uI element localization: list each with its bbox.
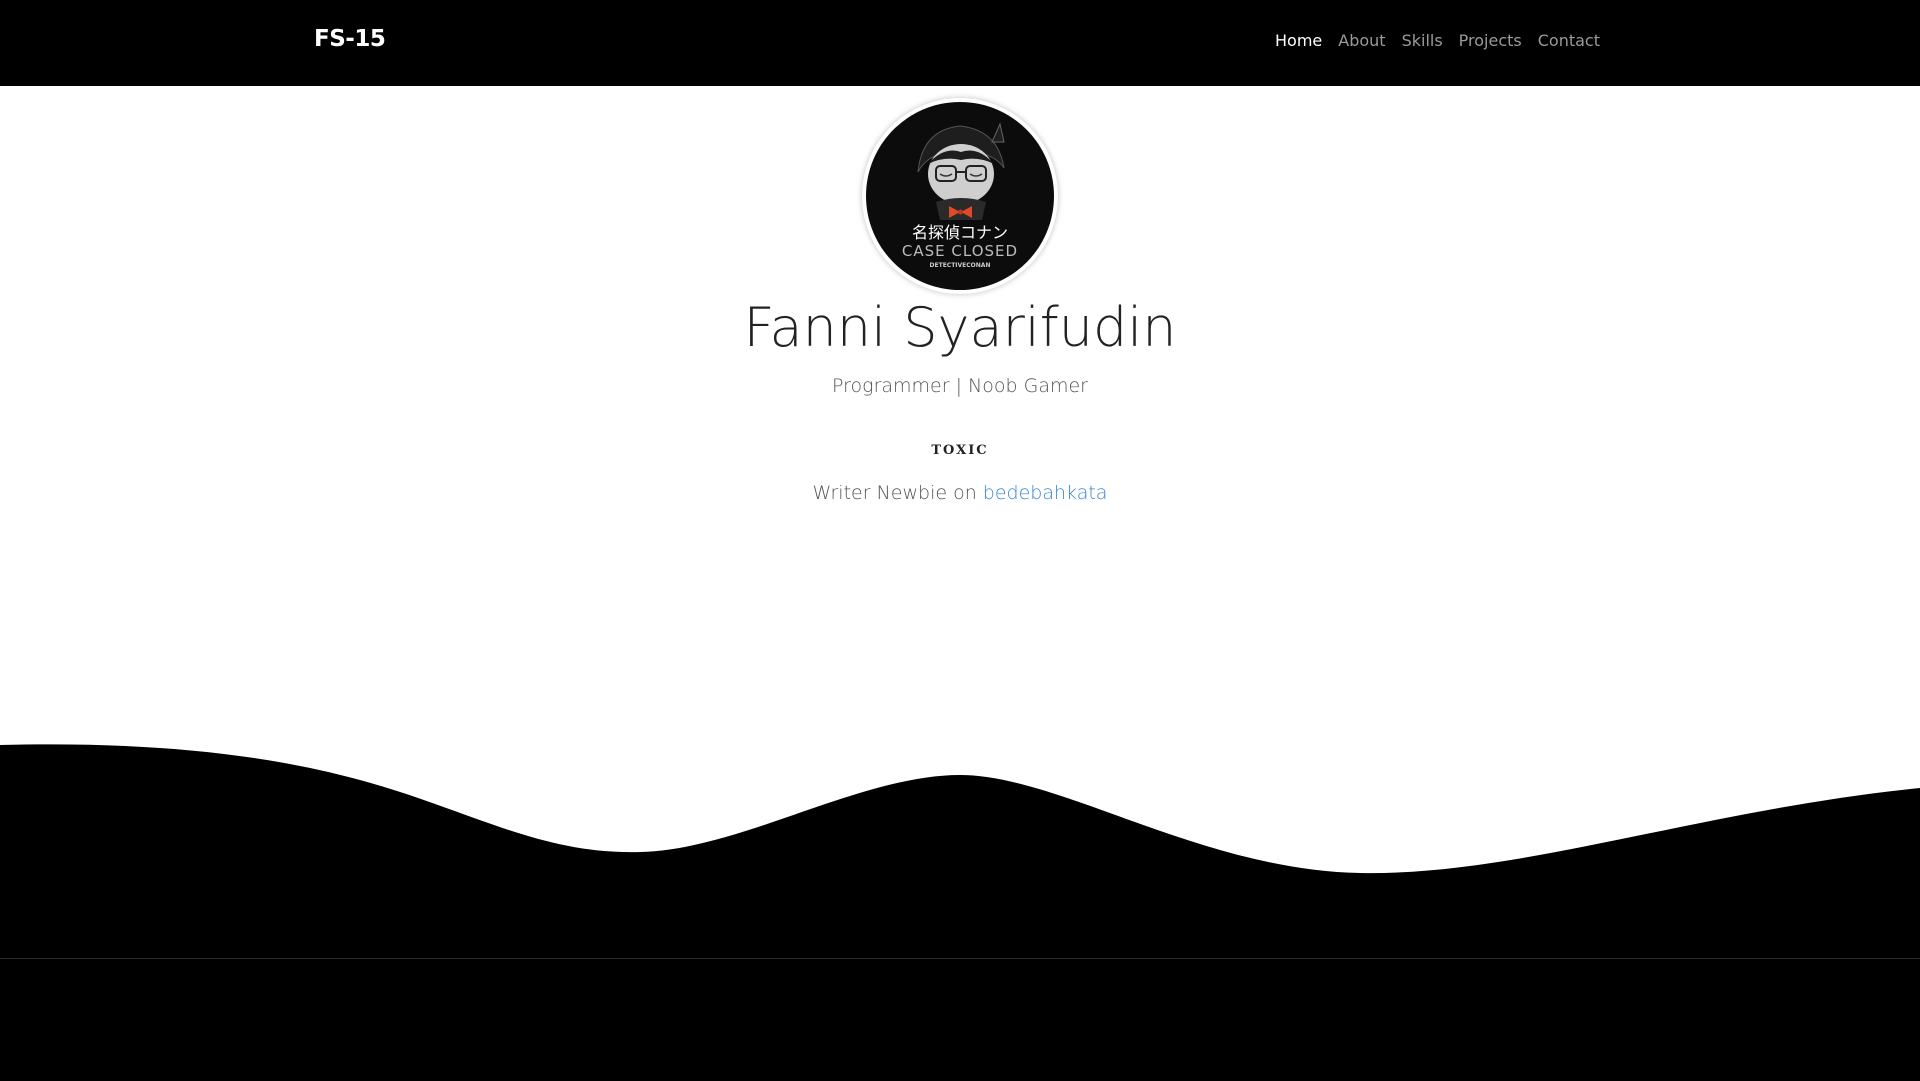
writer-link[interactable]: bedebahkata — [983, 482, 1108, 504]
profile-name: Fanni Syarifudin — [743, 296, 1177, 359]
nav-link-about[interactable]: About — [1338, 31, 1385, 50]
writer-line: Writer Newbie on bedebahkata — [0, 482, 1920, 504]
status-badge: TOXIC — [931, 443, 989, 458]
nav-link-skills[interactable]: Skills — [1402, 31, 1443, 50]
profile-tagline: Programmer | Noob Gamer — [832, 375, 1088, 397]
nav-link-projects[interactable]: Projects — [1459, 31, 1522, 50]
avatar-sub-text: DETECTIVECONAN — [930, 262, 991, 269]
navbar: FS-15 Home About Skills Projects Contact — [0, 0, 1920, 86]
writer-prefix: Writer Newbie on — [812, 482, 977, 504]
avatar: 名探偵コナン CASE CLOSED DETECTIVECONAN — [862, 98, 1058, 294]
nav-link-home[interactable]: Home — [1275, 31, 1322, 50]
brand-logo[interactable]: FS-15 — [314, 26, 386, 52]
avatar-image: 名探偵コナン CASE CLOSED DETECTIVECONAN — [866, 102, 1054, 290]
nav-link-contact[interactable]: Contact — [1538, 31, 1600, 50]
avatar-en-text: CASE CLOSED — [902, 242, 1018, 260]
wave-divider — [0, 744, 1920, 960]
footer — [0, 958, 1920, 1081]
avatar-jp-text: 名探偵コナン — [912, 223, 1008, 242]
nav-menu: Home About Skills Projects Contact — [1275, 31, 1600, 50]
